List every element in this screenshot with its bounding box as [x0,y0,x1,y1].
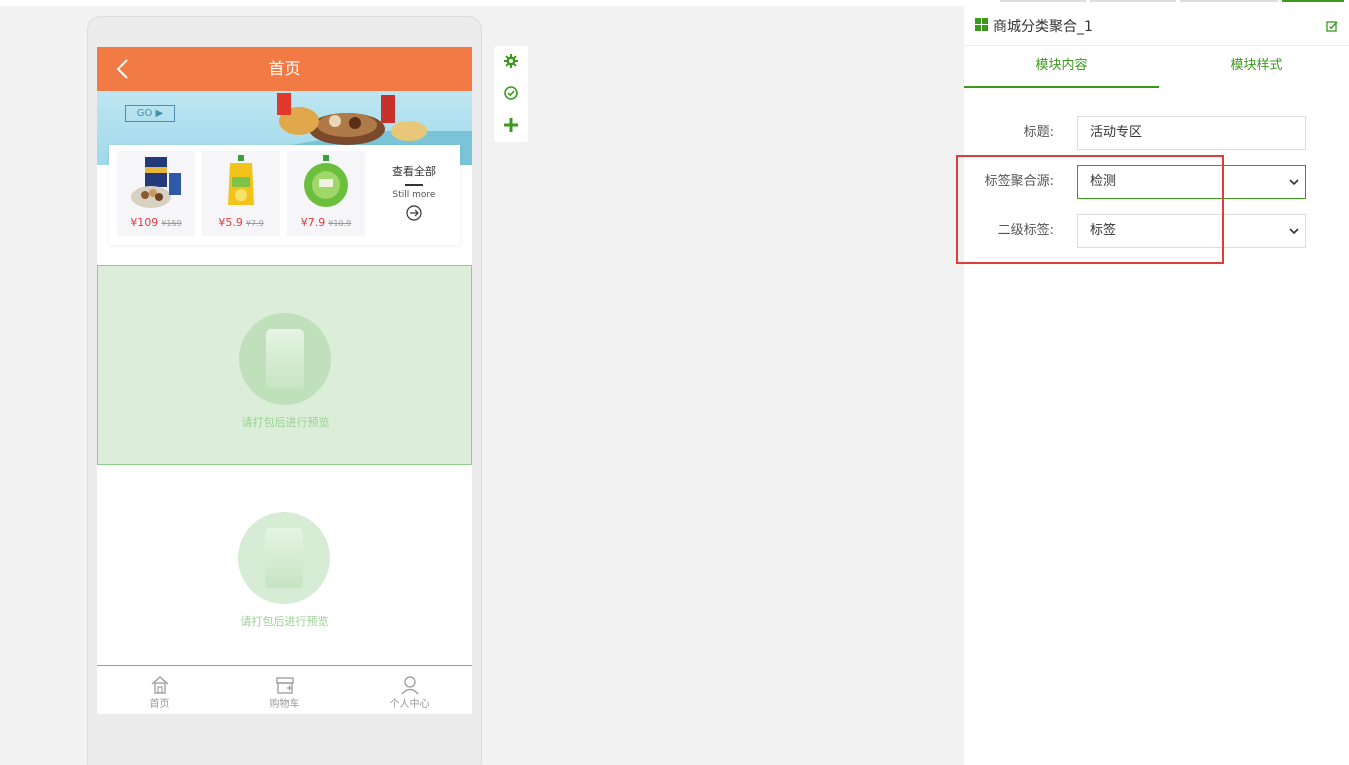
tab-label: 首页 [149,699,170,710]
good-price: ¥109 ¥159 [117,216,195,229]
module-toolbar [494,46,528,142]
tab-label: 购物车 [269,699,300,710]
tab-home[interactable]: 首页 [97,666,222,714]
top-tab-active[interactable] [1282,0,1344,2]
source-select-value: 检测 [1090,174,1117,189]
top-tab[interactable] [1180,0,1278,2]
juice-pouch-image [228,155,254,205]
old-price: ¥7.9 [245,219,264,228]
phone-placeholder-icon [266,329,304,389]
bottom-tab-bar: 首页 购物车 个人中心 [97,665,472,714]
see-all-title: 查看全部 [392,165,436,178]
panel-title: 商城分类聚合_1 [993,19,1093,35]
snacks-image [277,93,427,145]
module-placeholder[interactable]: 请打包后进行预览 [97,465,472,665]
placeholder-text: 请打包后进行预览 [241,416,330,429]
panel-header: 商城分类聚合_1 [964,6,1349,46]
good-price: ¥5.9 ¥7.9 [202,216,280,229]
title-row: 标题: 活动专区 [964,116,1349,150]
nuts-image [131,157,181,208]
tab-module-content[interactable]: 模块内容 [964,46,1159,88]
good-item[interactable]: ¥109 ¥159 [117,151,195,236]
source-select[interactable]: 检测 [1077,165,1306,199]
preview-placeholder-graphic [239,313,331,405]
tab-module-style[interactable]: 模块样式 [1159,46,1349,88]
nav-bar: 首页 [97,47,472,91]
price: ¥109 [130,216,159,229]
title-label: 标题: [1023,125,1054,140]
good-item[interactable]: ¥5.9 ¥7.9 [202,151,280,236]
fruit-drink-image [304,155,348,207]
placeholder-text: 请打包后进行预览 [240,615,329,628]
chevron-down-icon [1289,228,1299,235]
check-circle-icon[interactable] [504,86,518,100]
old-price: ¥10.9 [328,219,352,228]
user-icon [401,676,418,695]
panel-tabs: 模块内容 模块样式 [964,46,1349,88]
old-price: ¥159 [161,219,182,228]
price: ¥7.9 [300,216,326,229]
source-label: 标签聚合源: [984,174,1054,189]
grid-icon [975,18,988,31]
preview-placeholder-graphic [238,512,330,604]
top-tab[interactable] [1000,0,1086,2]
top-tab[interactable] [1090,0,1176,2]
gear-icon[interactable] [504,54,518,68]
price: ¥5.9 [218,216,243,229]
tab-label: 个人中心 [389,699,430,710]
arrow-right-circle-icon [406,205,422,221]
chevron-down-icon [1289,179,1299,186]
tab-profile[interactable]: 个人中心 [347,666,472,714]
banner-go-button[interactable]: GO ▶ [125,105,175,122]
secondary-tag-row: 二级标签: 标签 [964,214,1349,248]
phone-screen: 首页 GO ▶ ¥109 ¥159 ¥5.9 ¥7.9 ¥7.9 ¥10.9 查… [97,47,472,714]
see-all-link[interactable]: 查看全部 Still more [379,163,449,225]
tab-cart[interactable]: 购物车 [222,666,347,714]
source-row: 标签聚合源: 检测 [964,165,1349,199]
good-item[interactable]: ¥7.9 ¥10.9 [287,151,365,236]
edit-icon[interactable] [1326,20,1338,32]
title-input[interactable]: 活动专区 [1077,116,1306,150]
cart-icon [275,677,294,694]
plus-icon[interactable] [504,118,518,132]
good-price: ¥7.9 ¥10.9 [287,216,365,229]
secondary-tag-select-value: 标签 [1090,223,1117,238]
page-title: 首页 [268,59,301,78]
see-all-divider [405,184,423,186]
module-placeholder-selected[interactable]: 请打包后进行预览 [97,265,472,465]
see-all-subtitle: Still more [392,190,436,200]
phone-placeholder-icon [265,528,303,588]
secondary-tag-label: 二级标签: [997,223,1054,238]
home-icon [151,676,168,694]
secondary-tag-select[interactable]: 标签 [1077,214,1306,248]
settings-panel: 商城分类聚合_1 模块内容 模块样式 标题: 活动专区 标签聚合源: 检测 二级… [964,6,1349,765]
goods-card: ¥109 ¥159 ¥5.9 ¥7.9 ¥7.9 ¥10.9 查看全部 Still [109,145,460,245]
